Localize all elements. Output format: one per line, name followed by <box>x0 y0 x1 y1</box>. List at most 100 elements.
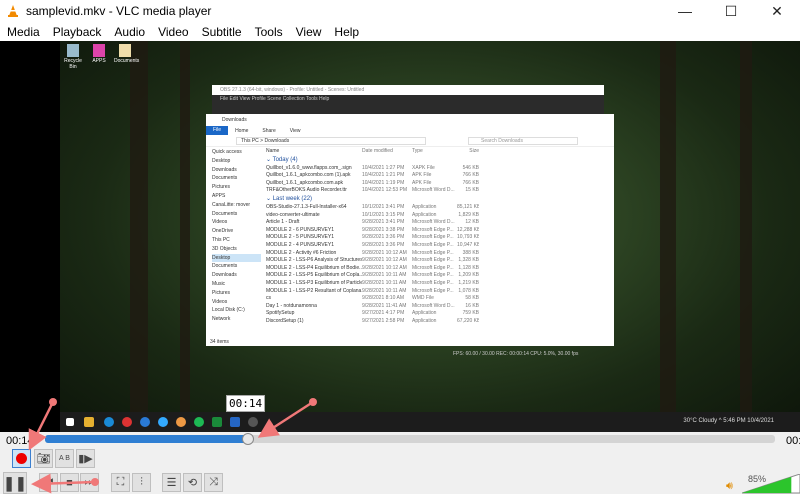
speaker-icon[interactable]: 🔊︎ <box>726 480 733 493</box>
nav-item: Documents <box>212 175 238 182</box>
windows-taskbar: 30°C Cloudy ^ 5:46 PM 10/4/2021 <box>60 412 800 432</box>
file-row: MODULE 2 - LSS-P6 Analysis of Structures… <box>266 257 479 264</box>
record-button[interactable] <box>12 449 31 468</box>
shuffle-button[interactable]: ⤨ <box>204 473 223 492</box>
nav-item: Videos <box>212 298 228 305</box>
ribbon-tab: File <box>206 126 229 135</box>
ab-loop-icon: A B <box>59 455 70 462</box>
maximize-button[interactable]: ☐ <box>708 0 754 22</box>
ab-loop-button[interactable]: A B <box>55 449 74 468</box>
file-row: MODULE 2 - LSS-P5 Equilibrium of Copla..… <box>266 272 479 279</box>
next-icon: ⏭ <box>84 476 95 488</box>
seek-bar[interactable] <box>45 435 775 443</box>
nav-item: Music <box>212 280 226 287</box>
playlist-icon: ☰ <box>166 477 177 489</box>
ribbon-tab: View <box>289 127 301 134</box>
menu-bar: Media Playback Audio Video Subtitle Tool… <box>0 22 800 41</box>
stop-icon: ■ <box>66 476 73 489</box>
nav-item: APPS <box>212 192 226 199</box>
file-group: ⌄ Last week (22) <box>266 195 313 202</box>
frame-step-button[interactable]: ▮▶ <box>76 449 95 468</box>
nav-item: Documents <box>212 263 238 270</box>
loop-button[interactable]: ⟲ <box>183 473 202 492</box>
menu-subtitle[interactable]: Subtitle <box>197 25 247 39</box>
record-icon <box>16 453 27 464</box>
nav-item: OneDrive <box>212 228 234 235</box>
nav-item: Pictures <box>212 289 231 296</box>
file-row: MODULE 2 - 4 PUNSURVEY1 9/28/2021 3:36 PM… <box>266 241 479 248</box>
frame-step-icon: ▮▶ <box>78 453 93 465</box>
next-button[interactable]: ⏭ <box>80 473 99 492</box>
pause-icon: ❚❚ <box>3 474 27 491</box>
fullscreen-icon: ⛶ <box>116 476 125 488</box>
file-row: cs 9/28/2021 8:10 AM WMD File 58 KB <box>266 295 479 302</box>
nav-item: Desktop <box>212 157 231 164</box>
file-row: Quillbot_1.6.1_apkcombo.com (1).apk 10/4/… <box>266 172 479 179</box>
seek-handle[interactable] <box>241 433 254 445</box>
column-headers: Name Date modified Type Size <box>266 148 479 154</box>
file-row: MODULE 2 - 6 PUNSURVEY1 9/28/2021 3:38 PM… <box>266 226 479 233</box>
menu-playback[interactable]: Playback <box>48 25 107 39</box>
file-row: MODULE 1 - LSS-P3 Equilibrium of Particl… <box>266 279 479 286</box>
desktop-icon: Documents <box>114 44 139 64</box>
desktop-icon: Recycle Bin <box>62 44 84 70</box>
ribbon-tab: Home <box>235 127 249 134</box>
file-row: Quillbot_v1.6.0_www.flapps.com_.sign 10/4… <box>266 164 479 171</box>
file-row: MODULE 2 - Activity #6 Friction 9/28/2021… <box>266 249 479 256</box>
volume-percent: 85% <box>748 474 767 484</box>
file-group: ⌄ Today (4) <box>266 156 298 163</box>
nav-item: This PC <box>212 236 230 243</box>
file-row: OBS-Studio-27.1.3-Full-Installer-x64 10/1… <box>266 203 479 210</box>
menu-video[interactable]: Video <box>153 25 193 39</box>
video-area[interactable]: Recycle Bin APPS Documents OBS 27.1.3 (6… <box>0 41 800 432</box>
snapshot-button[interactable]: 📷︎ <box>34 449 53 468</box>
seek-time-tooltip: 00:14 <box>226 395 266 412</box>
shuffle-icon: ⤨ <box>209 476 218 488</box>
playlist-button[interactable]: ☰ <box>162 473 181 492</box>
nav-item: Network <box>212 316 231 323</box>
previous-button[interactable]: ⏮ <box>39 473 58 492</box>
desktop-icon: APPS <box>88 44 110 64</box>
remaining-time[interactable]: 00: <box>786 435 800 447</box>
fullscreen-button[interactable]: ⛶ <box>111 473 130 492</box>
file-row: MODULE 2 - 5 PUNSURVEY1 9/28/2021 3:36 PM… <box>266 234 479 241</box>
close-button[interactable]: ✕ <box>754 0 800 22</box>
menu-media[interactable]: Media <box>2 25 45 39</box>
nav-item: Downloads <box>212 166 237 173</box>
file-row: MODULE 1 - LSS-P2 Resultant of Coplana..… <box>266 287 479 294</box>
minimize-button[interactable]: — <box>662 0 708 22</box>
menu-audio[interactable]: Audio <box>109 25 150 39</box>
window-title: samplevid.mkv - VLC media player <box>26 4 212 18</box>
nav-item: Desktop <box>212 253 261 263</box>
menu-view[interactable]: View <box>291 25 327 39</box>
file-row: DiscordSetup (1) 9/27/2021 2:58 PM Applica… <box>266 317 479 324</box>
file-row: MODULE 2 - LSS-P4 Equilibrium of Bodie..… <box>266 264 479 271</box>
camera-icon: 📷︎ <box>36 453 51 465</box>
vlc-cone-icon <box>8 5 18 17</box>
file-row: video-converter-ultimate 10/1/2021 3:15 P… <box>266 211 479 218</box>
seek-progress <box>45 435 248 443</box>
video-frame: Recycle Bin APPS Documents OBS 27.1.3 (6… <box>60 41 800 432</box>
nav-item: 3D Objects <box>212 245 237 252</box>
loop-icon: ⟲ <box>187 477 198 489</box>
file-row: Day 1 - notdunamonna 9/28/2021 11:41 AM Mi… <box>266 302 479 309</box>
menu-tools[interactable]: Tools <box>250 25 288 39</box>
stop-button[interactable]: ■ <box>60 473 79 492</box>
pause-button[interactable]: ❚❚ <box>3 472 27 494</box>
nav-item: Local Disk (C:) <box>212 307 245 314</box>
previous-icon: ⏮ <box>43 476 54 488</box>
file-row: Quillbot_1.6.1_apkcombo.com.apk 10/4/2021… <box>266 179 479 186</box>
nav-item: Documents <box>212 210 238 217</box>
file-explorer-window: Downloads File Home Share View This PC > Do… <box>206 114 614 346</box>
nav-item: Videos <box>212 219 228 226</box>
nav-item: Pictures <box>212 184 231 191</box>
menu-help[interactable]: Help <box>329 25 364 39</box>
file-row: Article 1 - Draft 9/28/2021 3:41 PM Micros… <box>266 219 479 226</box>
nav-item: Downloads <box>212 272 237 279</box>
file-row: SpotifySetup 9/27/2021 4:17 PM Application… <box>266 310 479 317</box>
elapsed-time: 00:14 <box>6 435 34 447</box>
nav-item: CanaLitte: mover <box>212 201 251 208</box>
extended-settings-button[interactable]: ⫶ <box>132 473 151 492</box>
file-row: TRF&OtherBOKS Audio Recorder.ttr 10/4/202… <box>266 187 479 194</box>
ribbon-tab: Share <box>262 127 276 134</box>
